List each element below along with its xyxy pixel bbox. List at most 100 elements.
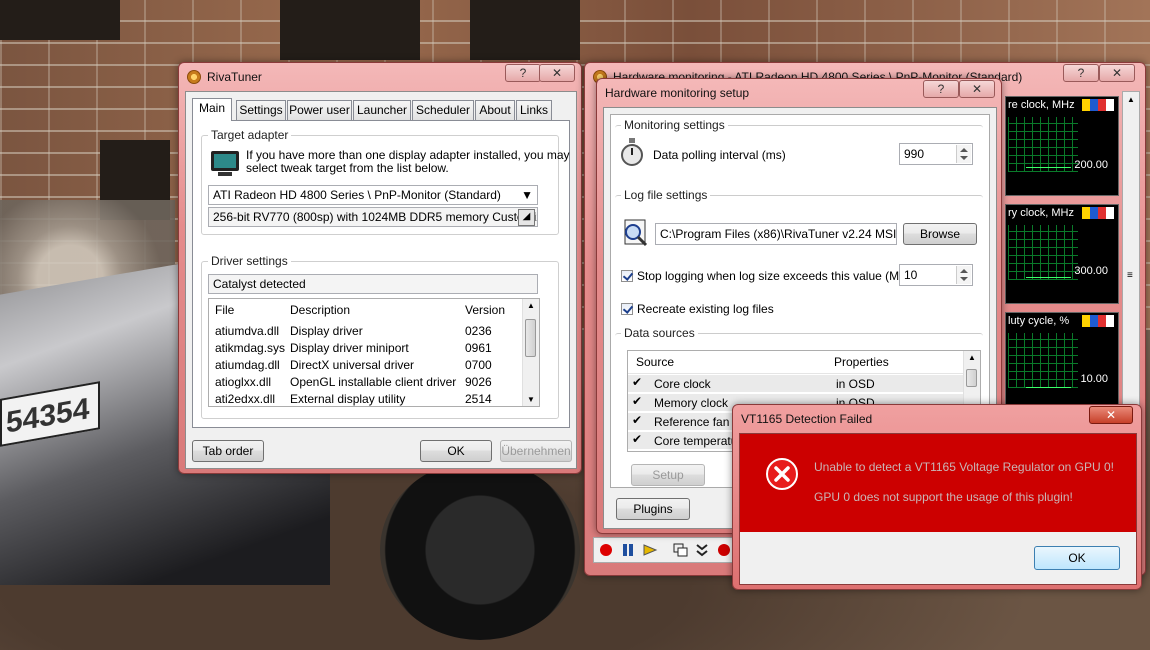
polling-spin-buttons[interactable] bbox=[956, 145, 971, 163]
driver-status: Catalyst detected bbox=[213, 277, 306, 291]
collapse-icon[interactable] bbox=[694, 542, 710, 558]
recreate-log-label: Recreate existing log files bbox=[637, 302, 774, 316]
rivatuner-app-icon bbox=[187, 70, 201, 84]
hw-help-button[interactable]: ? bbox=[1063, 64, 1099, 82]
column-header-description[interactable]: Description bbox=[290, 303, 350, 317]
graph-value: 200.00 bbox=[1074, 159, 1108, 171]
customize-icon[interactable]: ◢ bbox=[518, 209, 535, 226]
car-wheel bbox=[380, 460, 580, 640]
error-button-bar: OK bbox=[740, 532, 1136, 584]
driver-status-field: Catalyst detected bbox=[208, 274, 538, 294]
table-row[interactable]: ati2edxx.dll External display utility 25… bbox=[209, 390, 539, 406]
pause-icon[interactable] bbox=[620, 542, 636, 558]
scroll-thumb[interactable] bbox=[525, 319, 536, 357]
table-row[interactable]: atiumdva.dll Display driver 0236 bbox=[209, 322, 539, 339]
driver-files-table[interactable]: File Description Version atiumdva.dll Di… bbox=[208, 298, 540, 407]
graph-grid bbox=[1008, 225, 1078, 280]
row-version: 9026 bbox=[465, 375, 492, 389]
checkmark-icon[interactable]: ✔ bbox=[632, 413, 642, 427]
scroll-up-icon[interactable]: ▲ bbox=[1127, 95, 1135, 104]
error-ok-button[interactable]: OK bbox=[1034, 546, 1120, 570]
scroll-up-icon[interactable]: ▲ bbox=[968, 353, 976, 362]
record-icon[interactable] bbox=[598, 542, 614, 558]
recreate-log-checkbox[interactable] bbox=[621, 303, 633, 315]
column-header-file[interactable]: File bbox=[215, 303, 234, 317]
log-size-input[interactable]: 10 bbox=[899, 264, 973, 286]
apply-button[interactable]: Übernehmen bbox=[500, 440, 572, 462]
hw-monitor-toolbar bbox=[593, 537, 755, 563]
table-row[interactable]: atiumdag.dll DirectX universal driver 07… bbox=[209, 356, 539, 373]
ok-button[interactable]: OK bbox=[420, 440, 492, 462]
tab-links[interactable]: Links bbox=[516, 100, 552, 120]
checkmark-icon[interactable]: ✔ bbox=[632, 375, 642, 389]
error-message-2: GPU 0 does not support the usage of this… bbox=[814, 490, 1073, 504]
tab-power-user[interactable]: Power user bbox=[287, 100, 352, 120]
tab-settings[interactable]: Settings bbox=[236, 100, 286, 120]
row-properties: in OSD bbox=[836, 377, 875, 391]
wallpaper-window bbox=[280, 0, 420, 60]
browse-button[interactable]: Browse bbox=[903, 223, 977, 245]
scroll-down-icon[interactable]: ▼ bbox=[527, 395, 535, 404]
checkmark-icon[interactable]: ✔ bbox=[632, 394, 642, 408]
log-size-spin-buttons[interactable] bbox=[956, 266, 971, 284]
column-header-source[interactable]: Source bbox=[636, 355, 674, 369]
graph-memory-clock[interactable]: ry clock, MHz 300.00 bbox=[1005, 204, 1119, 304]
table-row[interactable]: ✔ Core clock in OSD bbox=[628, 375, 980, 392]
adapter-details-field[interactable]: 256-bit RV770 (800sp) with 1024MB DDR5 m… bbox=[208, 207, 538, 227]
graph-line bbox=[1026, 167, 1071, 168]
row-description: DirectX universal driver bbox=[290, 358, 415, 372]
graph-core-clock[interactable]: re clock, MHz 200.00 bbox=[1005, 96, 1119, 196]
graph-fan-duty[interactable]: luty cycle, % 10.00 bbox=[1005, 312, 1119, 412]
adapter-select[interactable]: ATI Radeon HD 4800 Series \ PnP-Monitor … bbox=[208, 185, 538, 205]
tab-order-button[interactable]: Tab order bbox=[192, 440, 264, 462]
row-file: atikmdag.sys bbox=[215, 341, 286, 355]
tab-launcher[interactable]: Launcher bbox=[353, 100, 411, 120]
tab-main[interactable]: Main bbox=[192, 98, 232, 121]
stopwatch-icon bbox=[621, 138, 643, 170]
row-file: atiumdva.dll bbox=[215, 324, 280, 338]
error-titlebar[interactable]: VT1165 Detection Failed ✕ bbox=[733, 405, 1141, 431]
graph-controls-icon[interactable] bbox=[1082, 207, 1114, 219]
wallpaper-window bbox=[0, 0, 120, 40]
error-title: VT1165 Detection Failed bbox=[741, 412, 873, 426]
driver-settings-label: Driver settings bbox=[208, 254, 291, 268]
rivatuner-titlebar[interactable]: RivaTuner ? ✕ bbox=[179, 63, 581, 91]
table-row[interactable]: atikmdag.sys Display driver miniport 096… bbox=[209, 339, 539, 356]
stop-icon[interactable] bbox=[716, 542, 732, 558]
scroll-grip-icon[interactable]: ≡ bbox=[1127, 270, 1133, 281]
data-sources-label: Data sources bbox=[621, 326, 698, 340]
tab-about[interactable]: About bbox=[475, 100, 515, 120]
setup-titlebar[interactable]: Hardware monitoring setup ? ✕ bbox=[597, 79, 1001, 107]
error-close-button[interactable]: ✕ bbox=[1089, 406, 1133, 424]
graph-controls-icon[interactable] bbox=[1082, 315, 1114, 327]
scroll-up-icon[interactable]: ▲ bbox=[527, 301, 535, 310]
windows-icon[interactable] bbox=[672, 542, 688, 558]
adapter-info-text-1: If you have more than one display adapte… bbox=[246, 148, 570, 162]
hw-close-button[interactable]: ✕ bbox=[1099, 64, 1135, 82]
scroll-thumb[interactable] bbox=[966, 369, 977, 387]
graph-controls-icon[interactable] bbox=[1082, 99, 1114, 111]
close-button[interactable]: ✕ bbox=[539, 64, 575, 82]
error-client: Unable to detect a VT1165 Voltage Regula… bbox=[739, 433, 1137, 585]
setup-help-button[interactable]: ? bbox=[923, 80, 959, 98]
tab-page-main: Target adapter If you have more than one… bbox=[192, 120, 570, 428]
stop-logging-checkbox[interactable] bbox=[621, 270, 633, 282]
plugins-button[interactable]: Plugins bbox=[616, 498, 690, 520]
graph-value: 300.00 bbox=[1074, 265, 1108, 277]
setup-button[interactable]: Setup bbox=[631, 464, 705, 486]
row-source: Reference fan d bbox=[654, 415, 740, 429]
table-row[interactable]: atioglxx.dll OpenGL installable client d… bbox=[209, 373, 539, 390]
stop-logging-label: Stop logging when log size exceeds this … bbox=[637, 269, 910, 283]
help-button[interactable]: ? bbox=[505, 64, 541, 82]
checkmark-icon[interactable]: ✔ bbox=[632, 432, 642, 446]
setup-close-button[interactable]: ✕ bbox=[959, 80, 995, 98]
log-file-path-input[interactable]: C:\Program Files (x86)\RivaTuner v2.24 M… bbox=[655, 223, 897, 245]
tab-scheduler[interactable]: Scheduler bbox=[412, 100, 474, 120]
column-header-version[interactable]: Version bbox=[465, 303, 505, 317]
polling-interval-input[interactable]: 990 bbox=[899, 143, 973, 165]
driver-table-scrollbar[interactable]: ▲ ▼ bbox=[522, 299, 539, 406]
marker-icon[interactable] bbox=[642, 542, 658, 558]
column-header-properties[interactable]: Properties bbox=[834, 355, 889, 369]
row-file: atioglxx.dll bbox=[215, 375, 272, 389]
graph-value: 10.00 bbox=[1080, 373, 1108, 385]
